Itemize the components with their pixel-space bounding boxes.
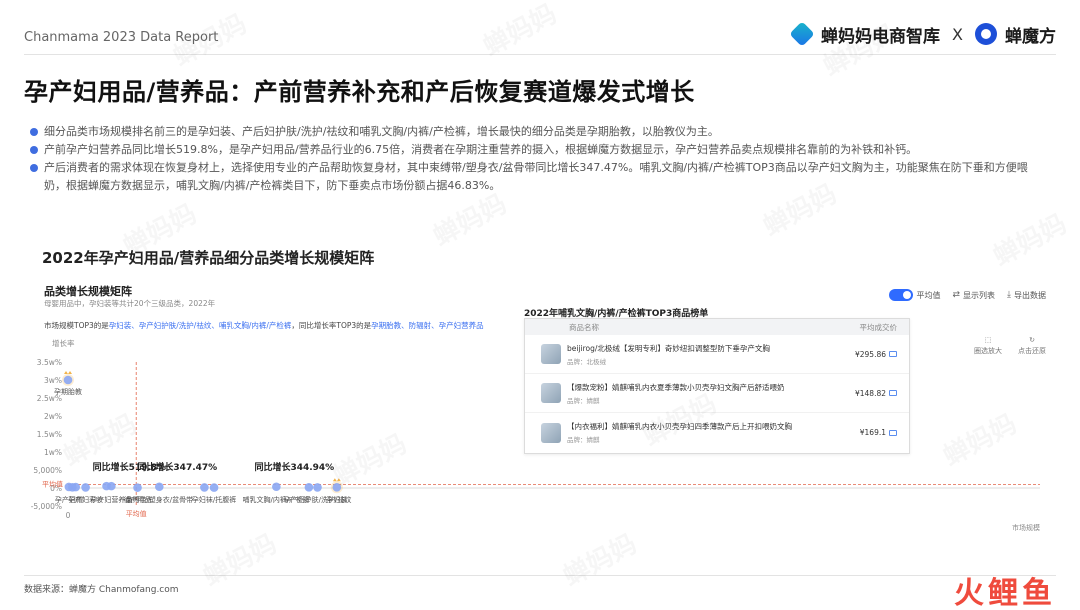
avg-y-label: 平均值 <box>42 479 63 488</box>
reset-button[interactable]: ↻ 点击还原 <box>1018 336 1046 356</box>
export-button[interactable]: ⤓ 导出数据 <box>1007 290 1046 301</box>
y-tick-label: 1.5w% <box>37 430 62 439</box>
data-point <box>332 482 342 492</box>
avg-x-label: 平均值 <box>126 509 147 518</box>
data-point <box>200 483 209 492</box>
export-icon: ⤓ <box>1007 290 1011 300</box>
panel-description: 市场规模TOP3的是孕妇装、孕产妇护肤/洗护/祛纹、哺乳文胸/内裤/产检裤，同比… <box>44 320 484 331</box>
product-brand: 品牌：北极绒 <box>567 357 606 366</box>
data-point <box>155 482 164 492</box>
col-price: 平均成交价 <box>859 322 898 332</box>
product-brand: 品牌：婧麒 <box>567 436 600 444</box>
y-tick-label: 3.5w% <box>37 358 62 367</box>
product-row[interactable]: beijirog/北极绒【发明专利】奇妙纽扣调整型防下垂孕产文胸 品牌：北极绒 … <box>525 335 909 374</box>
toggle-switch-icon[interactable] <box>889 289 914 301</box>
product-price: ¥295.86 <box>854 349 886 359</box>
desc-mid: ，同比增长率TOP3的是 <box>291 321 372 330</box>
growth-annotation: 同比增长344.94% <box>254 461 334 473</box>
show-list-label: 显示列表 <box>963 290 996 300</box>
y-tick-label: 5,000% <box>33 466 62 475</box>
y-tick-label: 2w% <box>44 412 62 421</box>
data-point <box>81 483 90 492</box>
product-name[interactable]: 【内衣福利】婧麒哺乳内衣小贝壳孕妇四季薄款产后上开扣喂奶文胸 <box>567 421 860 432</box>
avg-toggle-label: 平均值 <box>916 290 941 300</box>
point-label: 孕期胎教 <box>54 387 82 396</box>
product-thumbnail <box>541 344 561 364</box>
growth-annotation: 同比增长347.47% <box>137 461 217 473</box>
footer-divider <box>24 575 1056 576</box>
chart-mini-icon[interactable] <box>889 390 897 396</box>
chart-mini-icon[interactable] <box>889 351 897 357</box>
point-label: 束缚带/塑身衣/盆骨带 <box>125 495 193 504</box>
product-thumbnail <box>541 422 561 443</box>
product-price: ¥148.82 <box>854 388 886 398</box>
product-brand: 品牌：婧麒 <box>567 396 600 405</box>
data-point <box>63 375 73 385</box>
crown-icon <box>64 371 72 374</box>
export-label: 导出数据 <box>1014 290 1046 300</box>
panel-subtitle: 母婴用品中，孕妇装等共计20个三级品类，2022年 <box>44 299 216 308</box>
chart-side-tools: ⬚ 圈选放大 ↻ 点击还原 <box>974 336 1046 356</box>
x-axis-label: 市场规模 <box>1012 523 1040 532</box>
popup-header: 商品名称 平均成交价 <box>525 319 909 335</box>
product-row[interactable]: 【内衣福利】婧麒哺乳内衣小贝壳孕妇四季薄款产后上开扣喂奶文胸 品牌：婧麒 ¥16… <box>525 413 909 452</box>
data-point <box>133 483 142 492</box>
col-name: 商品名称 <box>569 322 599 332</box>
reset-label: 点击还原 <box>1018 347 1046 355</box>
desc-prefix: 市场规模TOP3的是 <box>44 321 109 330</box>
zoom-select-label: 圈选放大 <box>974 347 1002 355</box>
swap-icon: ⇄ <box>952 290 961 300</box>
chart-toolbar: 平均值 ⇄ 显示列表 ⤓ 导出数据 <box>889 289 1046 301</box>
product-name[interactable]: beijirog/北极绒【发明专利】奇妙纽扣调整型防下垂孕产文胸 <box>567 343 855 354</box>
refresh-icon: ↻ <box>1029 336 1035 344</box>
data-point <box>313 483 322 492</box>
product-name[interactable]: 【爆款宠粉】婧麒哺乳内衣夏季薄款小贝壳孕妇文胸产后舒适喂奶 <box>567 382 855 393</box>
product-thumbnail <box>541 383 561 403</box>
product-popup: 商品名称 平均成交价 beijirog/北极绒【发明专利】奇妙纽扣调整型防下垂孕… <box>524 318 910 454</box>
x-zero-label: 0 <box>66 511 71 520</box>
show-list-button[interactable]: ⇄ 显示列表 <box>952 290 995 301</box>
zoom-select-button[interactable]: ⬚ 圈选放大 <box>974 336 1002 356</box>
crop-icon: ⬚ <box>984 336 992 344</box>
desc-top-size: 孕妇装、孕产妇护肤/洗护/祛纹、哺乳文胸/内裤/产检裤 <box>108 321 292 330</box>
panel-title: 品类增长规模矩阵 <box>44 285 132 298</box>
point-label: 孕妇装 <box>326 495 347 504</box>
data-source: 数据来源：蝉魔方 Chanmofang.com <box>24 585 179 595</box>
y-axis-label: 增长率 <box>52 338 75 348</box>
avg-toggle[interactable]: 平均值 <box>889 289 940 301</box>
data-point <box>272 482 281 492</box>
point-label: 孕妇袜/托腹裤 <box>192 495 236 504</box>
data-point <box>209 483 219 492</box>
product-row[interactable]: 【爆款宠粉】婧麒哺乳内衣夏季薄款小贝壳孕妇文胸产后舒适喂奶 品牌：婧麒 ¥148… <box>525 374 909 413</box>
y-tick-label: 1w% <box>44 448 62 457</box>
data-point <box>304 483 314 492</box>
chart-mini-icon[interactable] <box>889 429 897 436</box>
data-point <box>107 481 116 491</box>
product-price: ¥169.1 <box>859 428 886 437</box>
crown-icon <box>332 478 341 482</box>
watermark-logo: 火鲤鱼 <box>954 576 1056 610</box>
data-point <box>71 482 80 492</box>
desc-top-growth: 孕期胎教、防辐射、孕产妇营养品 <box>371 321 484 330</box>
y-tick-label: 3w% <box>44 376 62 385</box>
